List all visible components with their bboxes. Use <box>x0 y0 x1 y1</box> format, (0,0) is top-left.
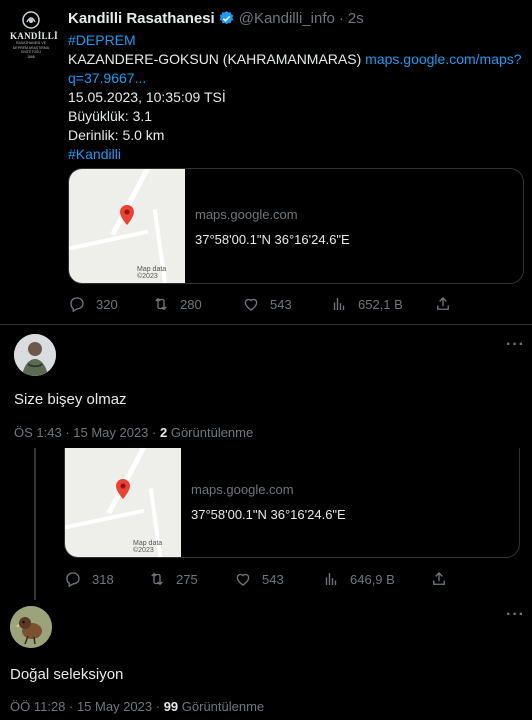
tweet-actions: 320 280 543 652,1 B <box>68 294 524 314</box>
like-count: 543 <box>270 296 292 312</box>
hashtag-deprem[interactable]: #DEPREM <box>68 32 136 48</box>
verified-badge-icon <box>219 11 233 25</box>
kandilli-logo-avatar[interactable]: KANDİLLİ RASATHANESİ VE DEPREM ARAŞTIRMA… <box>10 10 58 68</box>
retweet-count: 280 <box>180 296 202 312</box>
logo-title: KANDİLLİ <box>10 31 58 41</box>
reply-views-label: Görüntülenme <box>181 699 265 714</box>
tweet-datetime: 15.05.2023, 10:35:09 TSİ <box>68 89 226 105</box>
reply-text: Doğal seleksiyon <box>10 666 124 683</box>
card-coordinates: 37°58'00.1"N 36°16'24.6"E <box>195 232 350 247</box>
retweet-button[interactable]: 280 <box>152 295 202 313</box>
map-pin-icon <box>116 479 130 499</box>
card-domain: maps.google.com <box>195 207 298 222</box>
card-info: maps.google.com 37°58'00.1"N 36°16'24.6"… <box>191 482 346 522</box>
more-options-button[interactable]: ··· <box>506 336 525 354</box>
reply-count: 320 <box>96 296 118 312</box>
views-count: 652,1 B <box>358 296 403 312</box>
retweet-button[interactable]: 275 <box>148 570 198 588</box>
logo-subtitle-1: RASATHANESİ VE <box>15 41 47 45</box>
analytics-icon <box>325 573 337 585</box>
reply-timestamp[interactable]: ÖÖ 11:28 · 15 May 2023 · <box>10 699 160 714</box>
tweet-depth: Derinlik: 5.0 km <box>68 127 165 143</box>
retweet-count: 275 <box>176 571 198 587</box>
divider <box>0 324 532 325</box>
views-button[interactable]: 652,1 B <box>330 295 403 313</box>
logo-emblem-icon <box>22 11 40 29</box>
card-info: maps.google.com 37°58'00.1"N 36°16'24.6"… <box>195 207 350 247</box>
retweet-icon <box>155 297 167 311</box>
author-name[interactable]: Kandilli Rasathanesi <box>68 10 215 27</box>
retweet-icon <box>151 572 163 586</box>
reply-icon <box>70 297 84 313</box>
tweet-body: #DEPREM KAZANDERE-GOKSUN (KAHRAMANMARAS)… <box>68 31 524 164</box>
map-thumbnail: Map data ©2023 <box>65 448 181 557</box>
tweet-time[interactable]: 2s <box>348 10 364 27</box>
tweet-header: Kandilli Rasathanesi @Kandilli_info · 2s <box>68 10 364 27</box>
avatar[interactable] <box>10 606 52 648</box>
header-separator: · <box>338 10 344 27</box>
author-handle[interactable]: @Kandilli_info <box>239 10 335 27</box>
reply-button[interactable]: 320 <box>68 295 118 313</box>
map-thumbnail: Map data ©2023 <box>69 169 185 283</box>
reply-views-count: 99 <box>163 699 179 714</box>
bird-avatar-icon <box>10 606 52 648</box>
hashtag-kandilli[interactable]: #Kandilli <box>68 146 121 162</box>
map-pin-icon <box>120 205 134 225</box>
tweet-magnitude: Büyüklük: 3.1 <box>68 108 153 124</box>
like-button[interactable]: 543 <box>234 570 284 588</box>
card-coordinates: 37°58'00.1"N 36°16'24.6"E <box>191 507 346 522</box>
reply-icon <box>66 572 80 588</box>
like-button[interactable]: 543 <box>242 295 292 313</box>
reply-meta: ÖÖ 11:28 · 15 May 2023 · 99 Görüntülenme <box>10 699 264 714</box>
reply-timestamp[interactable]: ÖS 1:43 · 15 May 2023 · <box>14 425 156 440</box>
share-icon <box>433 572 445 585</box>
heart-icon <box>236 573 250 586</box>
map-link-card[interactable]: Map data ©2023 maps.google.com 37°58'00.… <box>64 448 520 558</box>
reply-views-count: 2 <box>159 425 168 440</box>
reply-views-label: Görüntülenme <box>170 425 254 440</box>
heart-icon <box>244 298 258 311</box>
reply-text: Size bişey olmaz <box>14 391 127 408</box>
thread-line <box>34 448 36 600</box>
map-credit: Map data ©2023 <box>137 266 167 280</box>
share-icon <box>437 297 449 310</box>
avatar-photo-icon <box>14 334 56 376</box>
analytics-icon <box>333 298 345 310</box>
views-count: 646,9 B <box>350 571 395 587</box>
logo-year: 1868 <box>27 54 35 59</box>
reply-button[interactable]: 318 <box>64 570 114 588</box>
share-button[interactable] <box>430 570 448 588</box>
views-button[interactable]: 646,9 B <box>322 570 395 588</box>
map-link-part2[interactable]: q=37.9667... <box>68 70 146 86</box>
more-options-button[interactable]: ··· <box>506 606 525 624</box>
map-credit: Map data ©2023 <box>133 540 163 554</box>
reply-meta: ÖS 1:43 · 15 May 2023 · 2 Görüntülenme <box>14 425 253 440</box>
tweet-actions: 318 275 543 646,9 B <box>64 569 520 589</box>
tweet-location: KAZANDERE-GOKSUN (KAHRAMANMARAS) <box>68 51 362 67</box>
map-link-card[interactable]: Map data ©2023 maps.google.com 37°58'00.… <box>68 168 524 284</box>
avatar[interactable] <box>14 334 56 376</box>
reply-count: 318 <box>92 571 114 587</box>
share-button[interactable] <box>434 295 452 313</box>
map-link-part1[interactable]: maps.google.com/maps? <box>365 51 521 67</box>
like-count: 543 <box>262 571 284 587</box>
card-domain: maps.google.com <box>191 482 294 497</box>
